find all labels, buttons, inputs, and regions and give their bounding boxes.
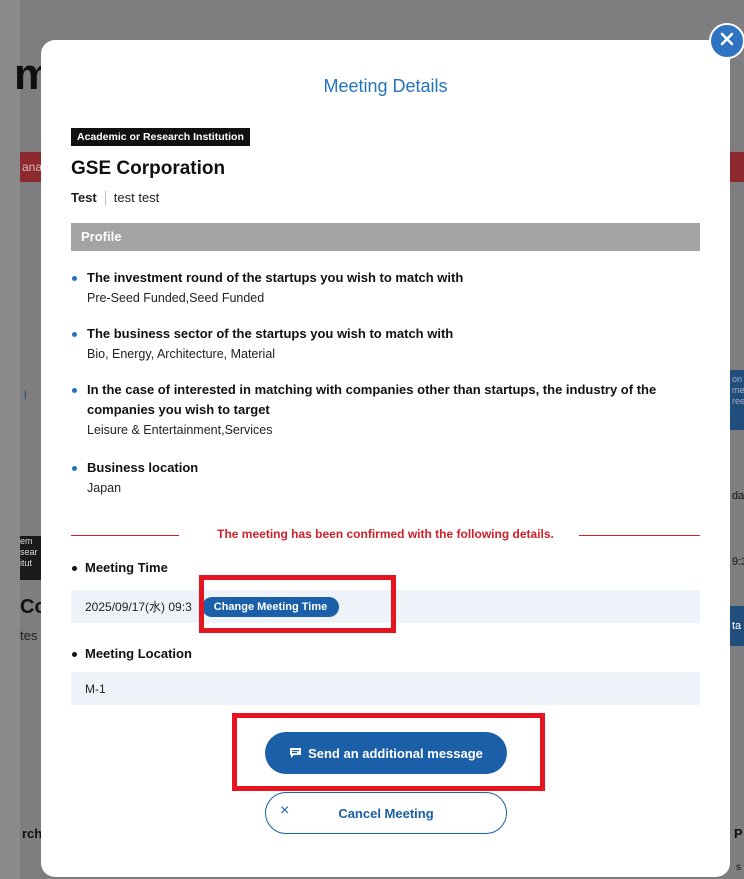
background-right-text: on me ree — [732, 374, 744, 406]
organization-type-badge: Academic or Research Institution — [71, 128, 250, 146]
profile-question: The business sector of the startups you … — [71, 324, 700, 344]
meeting-details-modal: Meeting Details Academic or Research Ins… — [41, 40, 730, 877]
meeting-location-value: M-1 — [85, 681, 106, 696]
background-link: l — [24, 388, 27, 402]
cancel-meeting-button[interactable]: × Cancel Meeting — [265, 792, 507, 834]
background-person: tes — [20, 628, 38, 643]
profile-item: Business location Japan — [71, 458, 700, 498]
meeting-time-value: 2025/09/17(水) 09:3 — [85, 600, 192, 614]
profile-question: The investment round of the startups you… — [71, 268, 700, 288]
background-tag: em sear itut — [20, 536, 42, 580]
profile-answer: Bio, Energy, Architecture, Material — [87, 347, 276, 361]
cancel-meeting-label: Cancel Meeting — [338, 805, 434, 821]
x-icon: × — [280, 802, 290, 819]
profile-question: In the case of interested in matching wi… — [71, 380, 700, 420]
background-bottom-right: P — [734, 826, 743, 841]
meeting-location-label: Meeting Location — [71, 646, 192, 661]
profile-header: Profile — [71, 223, 700, 251]
highlight-change-time — [199, 575, 396, 633]
highlight-send-message — [232, 713, 545, 791]
profile-answer: Japan — [87, 481, 122, 495]
person-name: Test — [71, 190, 97, 205]
profile-answer: Pre-Seed Funded,Seed Funded — [87, 291, 265, 305]
close-icon — [720, 32, 734, 51]
profile-item: The business sector of the startups you … — [71, 324, 700, 364]
profile-item: In the case of interested in matching wi… — [71, 380, 700, 440]
person-detail: test test — [113, 190, 160, 205]
background-bottom-left: rch — [22, 826, 43, 841]
modal-title: Meeting Details — [323, 76, 448, 96]
confirmation-text: The meeting has been confirmed with the … — [217, 527, 554, 541]
close-modal-button[interactable] — [709, 23, 744, 59]
background-right-label: da — [732, 490, 744, 502]
confirmation-divider: The meeting has been confirmed with the … — [71, 526, 700, 544]
meeting-time-label: Meeting Time — [71, 560, 168, 575]
divider — [104, 190, 106, 205]
background-right-time: 9:3 — [732, 556, 744, 568]
background-right-button-text: ta — [732, 620, 742, 632]
company-name: GSE Corporation — [71, 158, 226, 179]
divider-line-right — [579, 535, 700, 536]
background-bottom-right-2: s — [736, 862, 741, 873]
profile-answer: Leisure & Entertainment,Services — [87, 423, 273, 437]
contact-person: Test test test — [71, 190, 159, 205]
profile-item: The investment round of the startups you… — [71, 268, 700, 308]
meeting-location-box: M-1 — [71, 672, 700, 705]
profile-question: Business location — [71, 458, 700, 478]
